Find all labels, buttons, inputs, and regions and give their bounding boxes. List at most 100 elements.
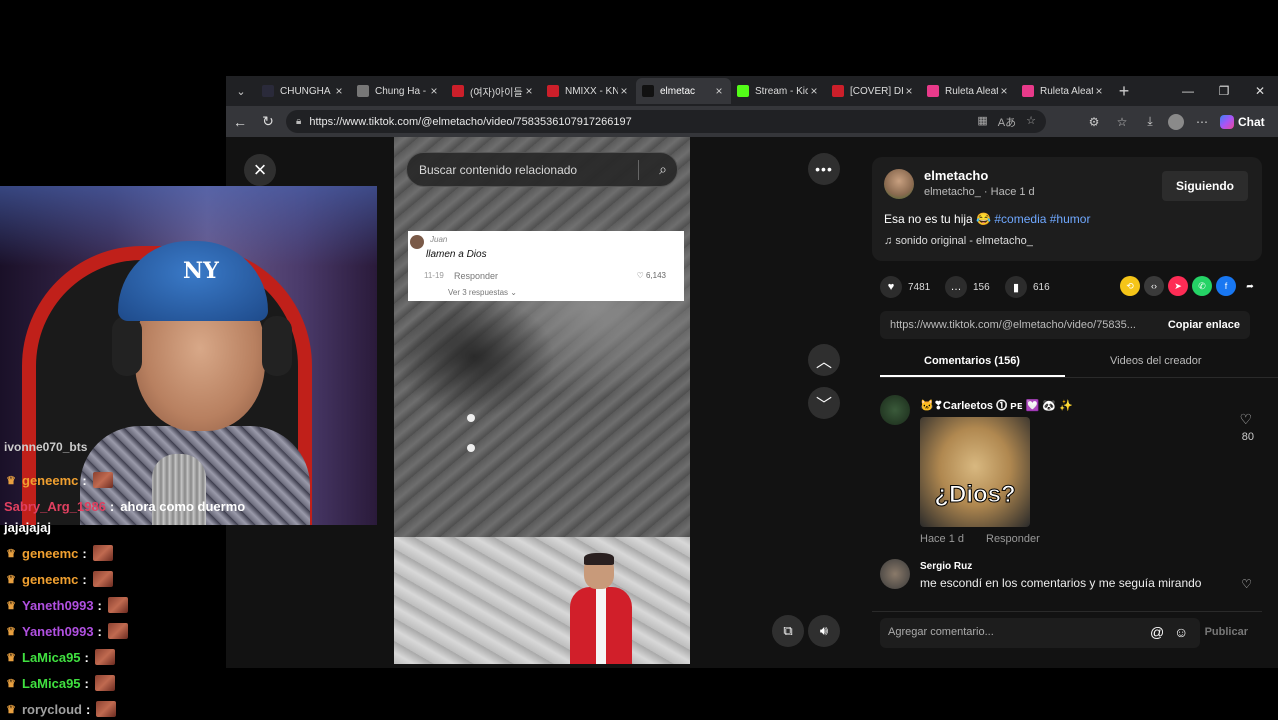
copy-link-button[interactable]: Copiar enlace [1168, 319, 1240, 331]
chat-username[interactable]: Sabry_Arg_1986 [4, 499, 106, 514]
mention-icon[interactable]: @ [1150, 624, 1164, 640]
chat-username[interactable]: Yaneth0993 [22, 624, 94, 639]
chat-username[interactable]: geneemc [22, 572, 78, 587]
tab-close-icon[interactable]: × [903, 84, 915, 98]
facebook-icon[interactable]: f [1216, 276, 1236, 296]
download-icon[interactable]: ⤓ [1140, 114, 1160, 129]
minimize-icon[interactable]: — [1170, 76, 1206, 106]
related-search[interactable]: Buscar contenido relacionado ⌕ [406, 152, 678, 187]
favorites-icon[interactable]: ☆ [1112, 115, 1132, 129]
tab-creator-videos[interactable]: Videos del creador [1110, 355, 1202, 367]
overlay-likes-count: 6,143 [645, 271, 666, 280]
volume-icon[interactable]: 🔊︎ [808, 615, 840, 647]
chevron-up-icon[interactable]: ︿ [808, 344, 840, 376]
browser-tab[interactable]: CHUNGHA - × [256, 78, 351, 104]
site-info-icon[interactable]: 🔒︎ [296, 116, 301, 127]
comment-icon[interactable]: … [945, 276, 967, 298]
chat-username[interactable]: LaMica95 [22, 676, 81, 691]
chevron-down-icon[interactable]: ﹀ [808, 387, 840, 419]
new-tab-icon[interactable]: + [1111, 81, 1137, 102]
whatsapp-icon[interactable]: ✆ [1192, 276, 1212, 296]
comment-author[interactable]: Sergio Ruz [920, 561, 972, 572]
heart-icon[interactable]: ♥ [880, 276, 902, 298]
browser-tab[interactable]: elmetac × [636, 78, 731, 104]
video-player[interactable]: Buscar contenido relacionado ⌕ Juan llam… [394, 137, 690, 664]
favorite-icon[interactable]: ☆ [1026, 114, 1036, 130]
avatar[interactable] [880, 395, 910, 425]
post-caption: Esa no es tu hija 😂 #comedia #humor [884, 212, 1090, 226]
floating-player-icon[interactable]: ⧉ [772, 615, 804, 647]
chat-username[interactable]: geneemc [22, 546, 78, 561]
tab-favicon-icon [737, 85, 749, 97]
copilot-chat-button[interactable]: Chat [1220, 114, 1272, 129]
tab-comments[interactable]: Comentarios (156) [924, 355, 1020, 367]
tab-close-icon[interactable]: × [1093, 84, 1105, 98]
browser-tab[interactable]: Chung Ha - × [351, 78, 446, 104]
heart-icon[interactable]: ♡ [1239, 411, 1252, 428]
sound-link[interactable]: ♫ sonido original - elmetacho_ [884, 235, 1033, 247]
back-icon[interactable]: ← [226, 108, 254, 136]
browser-tab[interactable]: Ruleta Aleat × [921, 78, 1016, 104]
tab-close-icon[interactable]: × [523, 84, 535, 98]
tab-close-icon[interactable]: × [713, 84, 725, 98]
tab-list-icon[interactable]: ⌄ [226, 76, 256, 106]
overlay-comment-more: Ver 3 respuestas ⌄ [448, 288, 517, 297]
tab-favicon-icon [927, 85, 939, 97]
hashtag-link[interactable]: #comedia [994, 212, 1046, 226]
comment-action[interactable]: … 156 [945, 276, 990, 298]
tab-close-icon[interactable]: × [618, 84, 630, 98]
avatar [410, 235, 424, 249]
close-icon[interactable]: × [244, 154, 276, 186]
share-arrow-icon[interactable]: ➦ [1240, 276, 1260, 296]
avatar[interactable] [880, 559, 910, 589]
hashtag-link[interactable]: #humor [1050, 212, 1091, 226]
heart-icon[interactable]: ♡ [1241, 577, 1252, 591]
chat-username[interactable]: Yaneth0993 [22, 598, 94, 613]
browser-tab[interactable]: NMIXX - KN × [541, 78, 636, 104]
related-search-placeholder: Buscar contenido relacionado [419, 162, 578, 177]
url-field[interactable]: 🔒︎ https://www.tiktok.com/@elmetacho/vid… [286, 110, 1046, 133]
save-action[interactable]: ▮ 616 [1005, 276, 1050, 298]
embed-icon[interactable]: ‹› [1144, 276, 1164, 296]
publish-button[interactable]: Publicar [1205, 626, 1248, 638]
browser-tab[interactable]: Stream - Kic × [731, 78, 826, 104]
chat-username[interactable]: LaMica95 [22, 650, 81, 665]
restore-icon[interactable]: ❐ [1206, 76, 1242, 106]
tab-close-icon[interactable]: × [428, 84, 440, 98]
browser-tab[interactable]: Ruleta Aleat × [1016, 78, 1111, 104]
reload-icon[interactable]: ↻ [254, 108, 282, 136]
like-count: 7481 [908, 281, 931, 293]
repost-icon[interactable]: ⟲ [1120, 276, 1140, 296]
chat-username[interactable]: geneemc [22, 473, 78, 488]
more-options-icon[interactable]: ••• [808, 153, 840, 185]
tab-close-icon[interactable]: × [333, 84, 345, 98]
creator-username[interactable]: elmetacho [924, 168, 988, 183]
send-icon[interactable]: ➤ [1168, 276, 1188, 296]
chat-username[interactable]: rorycloud [22, 702, 82, 717]
search-icon[interactable]: ⌕ [659, 161, 667, 178]
tab-label: NMIXX - KN [565, 85, 618, 97]
browser-tab[interactable]: [COVER] DK × [826, 78, 921, 104]
close-window-icon[interactable]: ✕ [1242, 76, 1278, 106]
bookmark-icon[interactable]: ▮ [1005, 276, 1027, 298]
like-action[interactable]: ♥ 7481 [880, 276, 930, 298]
browser-tab[interactable]: (여자)아이들 × [446, 78, 541, 104]
chat-message: ♛ geneemc: [4, 469, 113, 491]
translate-icon[interactable]: Aあ [998, 114, 1016, 130]
tab-close-icon[interactable]: × [998, 84, 1010, 98]
reply-button[interactable]: Responder [986, 533, 1040, 545]
chat-message: ♛ LaMica95: [4, 672, 115, 694]
tab-favicon-icon [832, 85, 844, 97]
tab-close-icon[interactable]: × [808, 84, 820, 98]
app-icon[interactable]: ▦ [977, 114, 987, 130]
avatar[interactable] [884, 169, 914, 199]
following-button[interactable]: Siguiendo [1162, 171, 1248, 201]
more-icon[interactable]: ⋯ [1192, 115, 1212, 129]
comment-tabs: Comentarios (156) Videos del creador [880, 351, 1278, 378]
comment-author[interactable]: 🐱❣Carleetos ⓵ ᴘᴇ 💟 🐼 ✨ [920, 397, 1073, 413]
profile-icon[interactable] [1168, 113, 1184, 130]
chat-colon: : [82, 571, 87, 587]
emoji-icon[interactable]: ☺ [1174, 624, 1188, 640]
extensions-icon[interactable]: ⚙ [1084, 115, 1104, 129]
chat-colon: : [82, 545, 87, 561]
